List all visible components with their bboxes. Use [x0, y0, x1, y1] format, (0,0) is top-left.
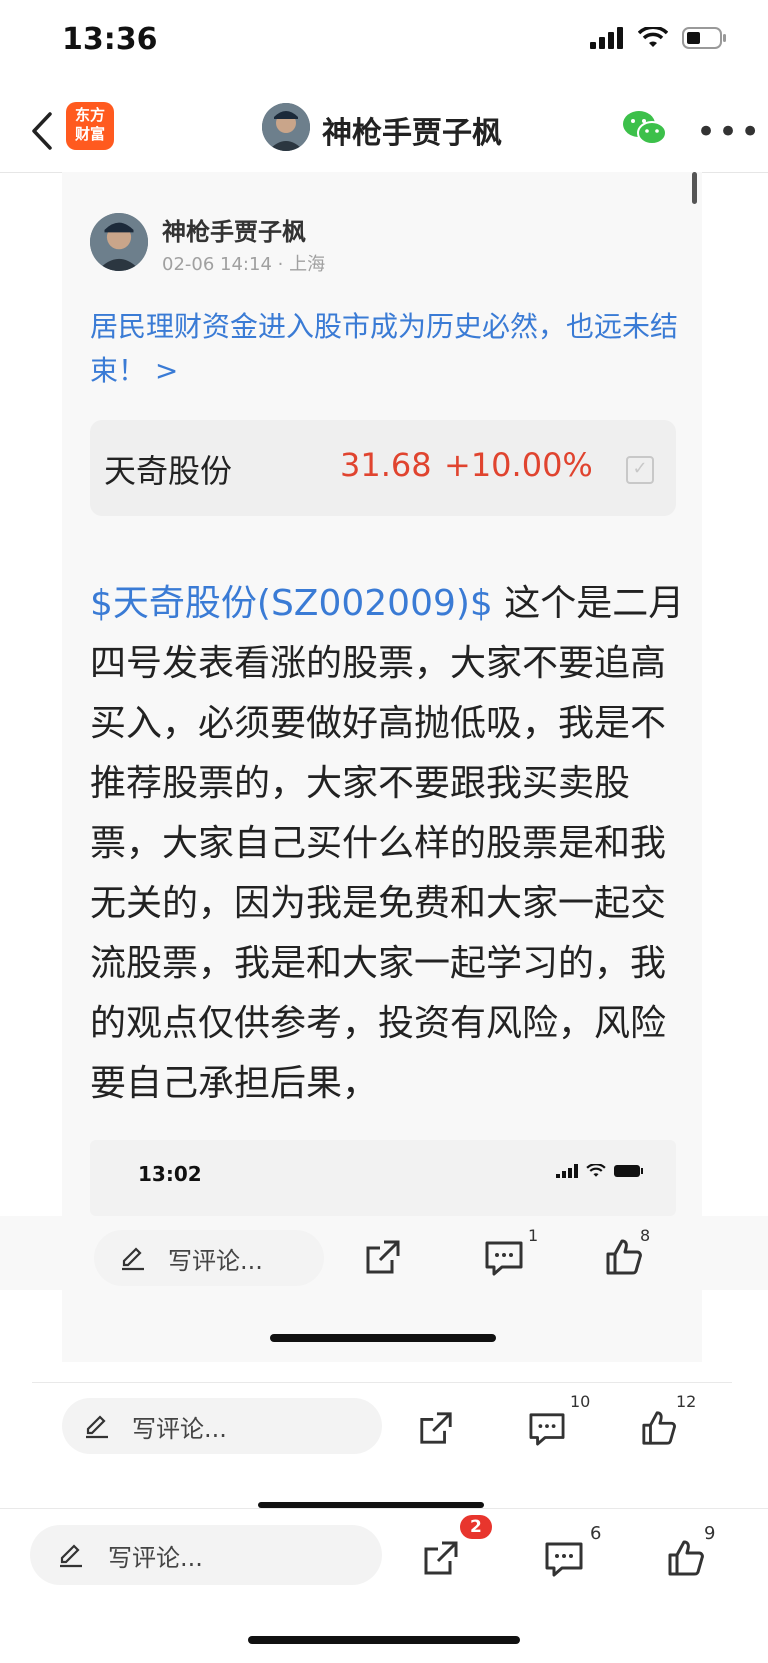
post-meta: 02-06 14:14 · 上海 — [162, 254, 326, 275]
share-icon[interactable] — [422, 1539, 460, 1577]
action-row-2: 写评论... 10 12 — [0, 1382, 768, 1456]
wifi-icon — [638, 27, 668, 47]
watchlist-check-icon[interactable]: ✓ — [626, 456, 654, 484]
post-headline-link[interactable]: 居民理财资金进入股市成为历史必然，也远未结束！ > — [90, 305, 690, 393]
logo-text-2: 财富 — [74, 125, 105, 143]
stock-change: +10.00% — [444, 446, 593, 484]
comment-input[interactable]: 写评论... — [62, 1398, 382, 1454]
nav-title: 神枪手贾子枫 — [322, 116, 502, 151]
comment-count: 6 — [590, 1523, 602, 1544]
more-options-icon[interactable]: ••• — [696, 112, 762, 152]
comment-input[interactable]: 写评论... — [94, 1230, 324, 1286]
status-icons — [590, 26, 728, 50]
avatar-photo — [90, 213, 148, 271]
comment-placeholder: 写评论... — [168, 1246, 263, 1275]
home-indicator — [248, 1636, 520, 1644]
battery-icon — [614, 1165, 643, 1177]
stock-card[interactable]: 天奇股份 31.68 +10.00% ✓ — [90, 420, 676, 516]
action-row-1: 写评论... 1 8 — [0, 1216, 768, 1290]
share-badge: 2 — [460, 1515, 492, 1539]
like-count: 9 — [704, 1523, 716, 1544]
like-icon[interactable] — [640, 1410, 678, 1446]
scrollbar[interactable] — [692, 172, 697, 204]
nav-bar: 东方 财富 神枪手贾子枫 ••• — [0, 90, 768, 173]
author-name[interactable]: 神枪手贾子枫 — [162, 212, 306, 247]
wechat-icon[interactable] — [622, 108, 668, 148]
battery-icon — [682, 27, 726, 49]
pencil-icon — [122, 1247, 144, 1271]
pencil-icon — [60, 1544, 82, 1568]
stock-link[interactable]: $天奇股份(SZ002009)$ — [90, 583, 493, 624]
comment-count: 10 — [570, 1392, 591, 1411]
comment-count: 1 — [528, 1226, 539, 1245]
logo-text-1: 东方 — [74, 106, 105, 124]
share-icon[interactable] — [364, 1238, 402, 1276]
comment-input[interactable]: 写评论... — [30, 1525, 382, 1585]
comment-icon[interactable] — [544, 1541, 584, 1577]
like-icon[interactable] — [666, 1539, 706, 1577]
embed-time: 13:02 — [138, 1162, 202, 1186]
embed-status-icons — [556, 1164, 644, 1178]
back-icon[interactable] — [26, 108, 66, 154]
action-row-3: 写评论... 2 6 9 — [0, 1508, 768, 1609]
like-count: 8 — [640, 1226, 651, 1245]
stock-name: 天奇股份 — [104, 452, 233, 490]
app-logo[interactable]: 东方 财富 — [66, 102, 114, 150]
embedded-image[interactable]: 13:02 — [90, 1140, 676, 1216]
like-icon[interactable] — [604, 1238, 644, 1276]
wifi-icon — [586, 1164, 606, 1177]
avatar-photo — [262, 103, 310, 151]
comment-icon[interactable] — [528, 1412, 566, 1446]
nav-avatar[interactable] — [262, 103, 310, 151]
comment-placeholder: 写评论... — [108, 1543, 203, 1572]
pencil-icon — [86, 1415, 108, 1439]
status-time: 13:36 — [62, 22, 158, 57]
like-count: 12 — [676, 1392, 697, 1411]
post-body: $天奇股份(SZ002009)$ 这个是二月四号发表看涨的股票，大家不要追高买入… — [90, 574, 685, 1114]
comment-placeholder: 写评论... — [132, 1414, 227, 1443]
author-avatar[interactable] — [90, 213, 148, 271]
comment-icon[interactable] — [484, 1240, 524, 1276]
stock-price: 31.68 — [340, 446, 432, 484]
post-body-text: 这个是二月四号发表看涨的股票，大家不要追高买入，必须要做好高抛低吸，我是不推荐股… — [90, 583, 685, 1104]
share-icon[interactable] — [418, 1410, 454, 1446]
signal-icon — [556, 1164, 578, 1178]
signal-icon — [590, 27, 623, 49]
home-indicator-inner — [270, 1334, 496, 1342]
